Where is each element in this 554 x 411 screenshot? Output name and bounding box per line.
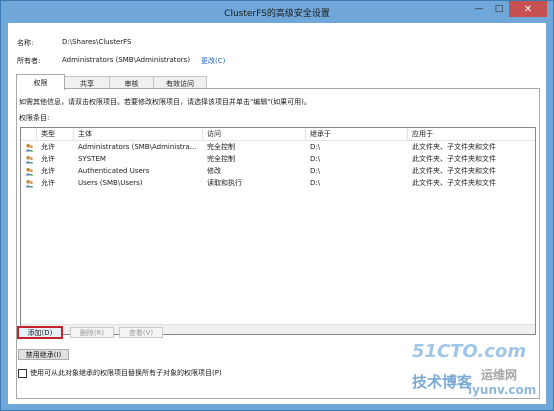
row-type: 允许 [41, 167, 55, 175]
row-access: 完全控制 [207, 155, 235, 163]
list-header: 类型 主体 访问 继承于 应用于 [21, 128, 535, 141]
row-inherited-from: D:\ [310, 167, 321, 175]
table-row[interactable]: 允许 Users (SMB\Users) 读取和执行 D:\ 此文件夹、子文件夹… [21, 178, 535, 189]
row-applies-to: 此文件夹、子文件夹和文件 [412, 143, 496, 151]
info-text: 如需其他信息，请双击权限项目。若要修改权限项目，请选择该项目并单击"编辑"(如果… [19, 98, 311, 106]
row-principal: Administrators (SMB\Administra... [78, 143, 197, 151]
row-access: 修改 [207, 167, 221, 175]
table-row[interactable]: 允许 SYSTEM 完全控制 D:\ 此文件夹、子文件夹和文件 [21, 154, 535, 165]
header-principal[interactable]: 主体 [74, 128, 203, 140]
users-icon [25, 179, 34, 188]
close-button[interactable]: ✕ [509, 1, 547, 17]
row-applies-to: 此文件夹、子文件夹和文件 [412, 167, 496, 175]
row-inherited-from: D:\ [310, 179, 321, 187]
header-applies-to[interactable]: 应用于 [408, 128, 535, 140]
name-value: D:\Shares\ClusterFS [62, 38, 132, 46]
disable-inheritance-button[interactable]: 禁用继承(I) [18, 349, 69, 360]
watermark-line2: 技术博客 [412, 373, 473, 391]
row-principal: Users (SMB\Users) [78, 179, 143, 187]
entries-label: 权限条目: [19, 114, 50, 122]
permission-entries-list[interactable]: 类型 主体 访问 继承于 应用于 允许 Administrators (SMB\… [20, 127, 536, 335]
watermark-line4: iyunv.com [468, 383, 537, 397]
change-owner-link[interactable]: 更改(C) [201, 56, 225, 66]
replace-child-permissions-checkbox[interactable] [18, 369, 27, 378]
tab-permissions[interactable]: 权限 [16, 74, 65, 90]
watermark-line1: 51CTO.com [412, 341, 527, 362]
row-access: 读取和执行 [207, 179, 242, 187]
view-button[interactable]: 查看(V) [119, 327, 163, 338]
header-inherited-from[interactable]: 继承于 [306, 128, 408, 140]
tab-strip: 权限 共享 审核 有效访问 [16, 74, 207, 90]
users-icon [25, 167, 34, 176]
header-icon-col [21, 128, 37, 140]
row-applies-to: 此文件夹、子文件夹和文件 [412, 179, 496, 187]
row-applies-to: 此文件夹、子文件夹和文件 [412, 155, 496, 163]
name-label: 名称: [17, 39, 34, 47]
maximize-button[interactable]: □ [489, 1, 509, 17]
window: ClusterFS的高级安全设置 — □ ✕ 名称: D:\Shares\Clu… [0, 0, 554, 411]
replace-child-permissions-label: 使用可从此对象继承的权限项目替换所有子对象的权限项目(P) [30, 369, 222, 377]
row-access: 完全控制 [207, 143, 235, 151]
add-button[interactable]: 添加(D) [17, 326, 63, 339]
dialog-client: 名称: D:\Shares\ClusterFS 所有者: Administrat… [8, 23, 546, 404]
users-icon [25, 143, 34, 152]
title-bar[interactable]: ClusterFS的高级安全设置 — □ ✕ [1, 1, 553, 23]
owner-label: 所有者: [17, 57, 41, 65]
row-type: 允许 [41, 143, 55, 151]
header-access[interactable]: 访问 [203, 128, 306, 140]
row-principal: Authenticated Users [78, 167, 150, 175]
owner-value: Administrators (SMB\Administrators) [62, 56, 191, 64]
row-inherited-from: D:\ [310, 143, 321, 151]
row-principal: SYSTEM [78, 155, 106, 163]
row-type: 允许 [41, 155, 55, 163]
window-controls: — □ ✕ [469, 1, 547, 17]
table-row[interactable]: 允许 Administrators (SMB\Administra... 完全控… [21, 142, 535, 153]
table-row[interactable]: 允许 Authenticated Users 修改 D:\ 此文件夹、子文件夹和… [21, 166, 535, 177]
users-icon [25, 155, 34, 164]
row-type: 允许 [41, 179, 55, 187]
watermark-line3: 运维网 [481, 368, 518, 382]
minimize-button[interactable]: — [469, 1, 489, 17]
remove-button[interactable]: 删除(R) [70, 327, 114, 338]
header-type[interactable]: 类型 [37, 128, 74, 140]
row-inherited-from: D:\ [310, 155, 321, 163]
